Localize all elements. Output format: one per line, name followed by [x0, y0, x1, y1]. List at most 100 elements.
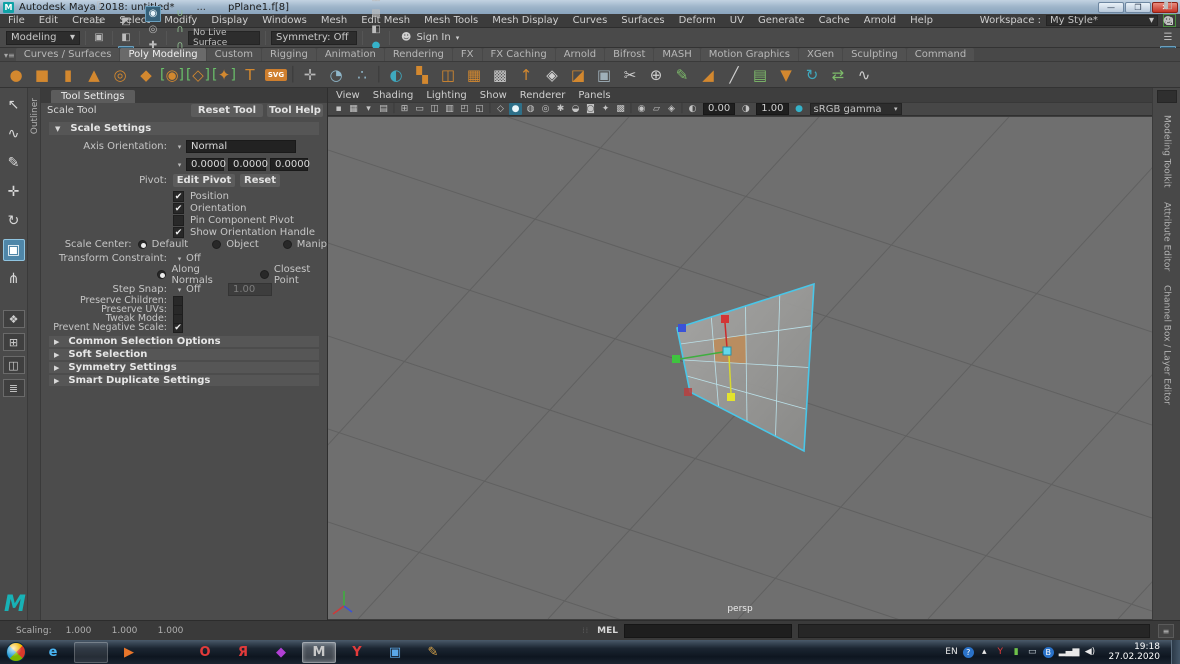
isolate-select-icon[interactable]: ◉ — [635, 103, 648, 115]
yandex-search-icon[interactable]: Y — [340, 642, 374, 663]
collapsed-section-header[interactable]: ▶ Symmetry Settings — [49, 362, 319, 373]
sidebar-tab[interactable]: Attribute Editor — [1162, 202, 1172, 271]
quad-strip-icon[interactable]: ▤ — [748, 63, 772, 87]
quad-draw-icon[interactable]: ✎ — [670, 63, 694, 87]
menu-item[interactable]: Help — [910, 15, 933, 26]
menu-item[interactable]: Curves — [573, 15, 608, 26]
panel-menu-item[interactable]: Panels — [578, 90, 610, 101]
sidebar-tab[interactable]: Modeling Toolkit — [1162, 115, 1172, 188]
bridge-icon[interactable]: ▣ — [592, 63, 616, 87]
script-editor-button[interactable]: ≡ — [1158, 624, 1174, 638]
lasso-select-tool-icon[interactable]: ∿ — [3, 123, 25, 145]
checkbox[interactable]: ✔ — [173, 191, 184, 202]
radio-button[interactable] — [138, 240, 147, 249]
panel-menu-item[interactable]: Lighting — [426, 90, 466, 101]
poly-disc-icon[interactable]: ◉ — [160, 63, 184, 87]
menu-item[interactable]: Arnold — [864, 15, 896, 26]
lighting-all-icon[interactable]: ✱ — [554, 103, 567, 115]
outliner-panel-tab[interactable]: Outliner — [28, 88, 41, 620]
collapsed-section-header[interactable]: ▶ Smart Duplicate Settings — [49, 375, 319, 386]
poly-torus-icon[interactable]: ◎ — [108, 63, 132, 87]
shadows-icon[interactable]: ◒ — [569, 103, 582, 115]
chevron-down-icon[interactable]: ▾ — [173, 143, 186, 151]
photos-app-icon[interactable]: ▣ — [378, 642, 412, 663]
scale-x-field[interactable]: 0.0000 — [186, 158, 224, 171]
minimize-button[interactable]: — — [1098, 2, 1124, 13]
film-gate-icon[interactable]: ▭ — [413, 103, 426, 115]
maya-taskbar-icon[interactable]: M — [302, 642, 336, 663]
reset-tool-button[interactable]: Reset Tool — [191, 104, 263, 117]
chevron-down-icon[interactable]: ▾ — [173, 286, 186, 294]
multisample-icon[interactable]: ▩ — [614, 103, 627, 115]
shelf-tab[interactable]: Command — [907, 48, 974, 61]
resolution-gate-icon[interactable]: ◫ — [428, 103, 441, 115]
rotate-tool-icon[interactable]: ↻ — [3, 210, 25, 232]
shaded-mode-icon[interactable]: ● — [509, 103, 522, 115]
paint-select-tool-icon[interactable]: ✎ — [3, 152, 25, 174]
poly-text-icon[interactable]: T — [238, 63, 262, 87]
knife-icon[interactable]: ╱ — [722, 63, 746, 87]
menu-item[interactable]: Surfaces — [621, 15, 664, 26]
shelf-tab[interactable]: FX Caching — [483, 48, 555, 61]
new-scene-icon[interactable]: ▯ — [91, 0, 107, 14]
gate-mask-icon[interactable]: ▥ — [443, 103, 456, 115]
scale-z-field[interactable]: 0.0000 — [270, 158, 308, 171]
select-hierarchy-icon[interactable]: ◩ — [118, 14, 134, 30]
poly-cube-icon[interactable]: ■ — [30, 63, 54, 87]
language-indicator[interactable]: EN — [945, 647, 957, 657]
collapsed-section-header[interactable]: ▶ Common Selection Options — [49, 336, 319, 347]
universal-manip-icon[interactable]: ⋔ — [3, 268, 25, 290]
layout-outliner-icon[interactable]: ≣ — [3, 379, 25, 397]
edit-pivot-button[interactable]: Edit Pivot — [173, 174, 235, 187]
move-tool-icon[interactable]: ✛ — [3, 181, 25, 203]
time-marker-icon[interactable]: ◔ — [324, 63, 348, 87]
gamma-field[interactable]: 1.00 — [756, 103, 788, 115]
shelf-separator[interactable]: │ — [376, 63, 382, 87]
menu-item[interactable]: Cache — [819, 15, 850, 26]
opera-icon[interactable]: O — [188, 642, 222, 663]
snap-curve-icon[interactable]: ∿ — [145, 0, 161, 6]
hypershade-icon[interactable]: ◧ — [368, 22, 384, 38]
sign-in-button[interactable]: ☻ Sign In ▾ — [395, 30, 465, 45]
poly-cone-icon[interactable]: ▲ — [82, 63, 106, 87]
layout-four-pane-icon[interactable]: ⊞ — [3, 333, 25, 351]
command-line-drag-handle[interactable]: ⁞⁞ — [582, 626, 589, 635]
camera-lock-icon[interactable]: ▪ — [332, 103, 345, 115]
material-override-icon[interactable]: ◎ — [539, 103, 552, 115]
vp-separator[interactable]: │ — [392, 103, 396, 115]
chevron-down-icon[interactable]: ▾ — [173, 255, 186, 263]
shelf-tab[interactable]: MASH — [654, 48, 699, 61]
radio-button[interactable] — [212, 240, 221, 249]
crease-icon[interactable]: ◢ — [696, 63, 720, 87]
mirror-icon[interactable]: ◈ — [540, 63, 564, 87]
menu-item[interactable]: Display — [211, 15, 248, 26]
scale-y-handle[interactable] — [721, 315, 729, 323]
scale-center-handle[interactable] — [723, 347, 731, 355]
vp-separator[interactable]: │ — [680, 103, 684, 115]
checkbox[interactable] — [173, 215, 184, 226]
image-plane-icon[interactable]: ▤ — [377, 103, 390, 115]
media-player-icon[interactable]: ▶ — [112, 642, 146, 663]
extrude-icon[interactable]: ↑ — [514, 63, 538, 87]
shelf-tab[interactable]: Motion Graphics — [701, 48, 798, 61]
motion-blur-icon[interactable]: ✦ — [599, 103, 612, 115]
field-chart-icon[interactable]: ◰ — [458, 103, 471, 115]
shelf-tab[interactable]: Custom — [207, 48, 261, 61]
platonic-solid-icon[interactable]: ◇ — [186, 63, 210, 87]
sphere-project-icon[interactable]: ◐ — [384, 63, 408, 87]
target-weld-icon[interactable]: ⊕ — [644, 63, 668, 87]
shelf-tab[interactable]: Rigging — [262, 48, 316, 61]
display-tray-icon[interactable]: ▭ — [1027, 647, 1038, 657]
shelf-separator[interactable]: │ — [290, 63, 296, 87]
chevron-down-icon[interactable]: ▾ — [173, 161, 186, 169]
menu-item[interactable]: File — [8, 15, 25, 26]
combine-icon[interactable]: ▚ — [410, 63, 434, 87]
start-button[interactable] — [6, 642, 26, 662]
scale-neg-y-handle[interactable] — [727, 393, 735, 401]
scale-y-field[interactable]: 0.0000 — [228, 158, 266, 171]
menu-item[interactable]: Mesh Tools — [424, 15, 478, 26]
shelf-tab[interactable]: Animation — [317, 48, 384, 61]
svg-tool-icon[interactable]: SVG — [264, 63, 288, 87]
construction-history-icon[interactable]: ∩ — [172, 22, 188, 38]
open-scene-icon[interactable]: ▱ — [91, 14, 107, 30]
